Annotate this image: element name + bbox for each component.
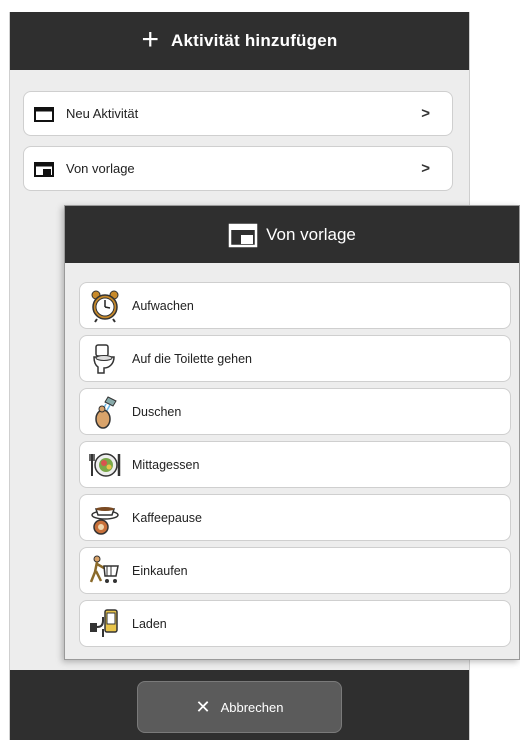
template-item-toilette[interactable]: Auf die Toilette gehen (79, 335, 511, 382)
from-template-button[interactable]: Von vorlage > (23, 146, 453, 191)
dialog-title: Aktivität hinzufügen (171, 31, 338, 50)
from-template-label: Von vorlage (66, 161, 135, 176)
alarm-clock-icon (91, 290, 119, 323)
template-item-label: Kaffeepause (132, 510, 202, 525)
calendar-template-icon (34, 161, 54, 177)
template-item-label: Duschen (132, 404, 182, 419)
plus-icon: + (141, 22, 160, 56)
template-item-mittagessen[interactable]: Mittagessen (79, 441, 511, 488)
template-item-einkaufen[interactable]: Einkaufen (79, 547, 511, 594)
dialog-header: + Aktivität hinzufügen (10, 12, 469, 70)
coffee-cup-icon (91, 506, 119, 535)
template-item-label: Laden (132, 616, 167, 631)
shower-icon (95, 395, 117, 429)
dialog-footer: ✕ Abbrechen (10, 670, 469, 740)
new-activity-button[interactable]: Neu Aktivität > (23, 91, 453, 136)
template-item-label: Mittagessen (132, 457, 200, 472)
calendar-icon (34, 106, 54, 122)
template-item-kaffeepause[interactable]: Kaffeepause (79, 494, 511, 541)
charger-icon (90, 608, 118, 637)
chevron-right-icon: > (421, 160, 430, 177)
shopping-cart-icon (89, 555, 119, 583)
template-dialog-title: Von vorlage (266, 224, 356, 244)
template-dialog: Von vorlage Aufwachen Auf die Toilette g… (64, 205, 520, 660)
template-dialog-header: Von vorlage (65, 206, 519, 263)
close-icon: ✕ (195, 696, 211, 717)
calendar-template-icon (228, 223, 258, 247)
template-item-label: Aufwachen (132, 298, 194, 313)
cancel-button[interactable]: ✕ Abbrechen (137, 681, 342, 733)
new-activity-label: Neu Aktivität (66, 106, 139, 121)
cancel-label: Abbrechen (220, 699, 284, 715)
template-item-label: Auf die Toilette gehen (132, 351, 253, 366)
template-item-label: Einkaufen (132, 563, 188, 578)
template-item-duschen[interactable]: Duschen (79, 388, 511, 435)
chevron-right-icon: > (421, 105, 430, 122)
template-item-aufwachen[interactable]: Aufwachen (79, 282, 511, 329)
template-item-laden[interactable]: Laden (79, 600, 511, 647)
toilet-icon (93, 343, 115, 374)
lunch-plate-icon (89, 452, 121, 477)
